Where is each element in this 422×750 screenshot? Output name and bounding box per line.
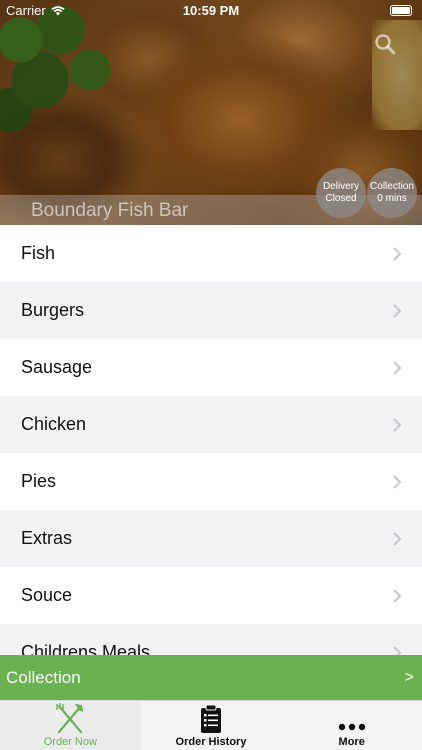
- more-dots-icon: [338, 723, 365, 731]
- chevron-right-icon: [393, 246, 402, 261]
- category-row-extras[interactable]: Extras: [0, 510, 422, 567]
- tab-order-now[interactable]: Order Now: [0, 701, 141, 750]
- battery-icon: [390, 5, 412, 16]
- tab-more[interactable]: More: [281, 701, 422, 750]
- category-label: Childrens Meals: [21, 642, 151, 655]
- chevron-right-icon: [393, 303, 402, 318]
- tab-order-history[interactable]: Order History: [141, 701, 282, 750]
- chevron-right-icon: [393, 588, 402, 603]
- category-label: Pies: [21, 471, 57, 491]
- category-row-souce[interactable]: Souce: [0, 567, 422, 624]
- restaurant-name: Boundary Fish Bar: [31, 200, 189, 221]
- collection-arrow: >: [404, 668, 414, 686]
- tab-label: Order Now: [43, 736, 97, 748]
- category-label: Extras: [21, 528, 73, 548]
- tab-bar: Order Now Order History More: [0, 700, 422, 750]
- category-label: Chicken: [21, 414, 87, 434]
- chevron-right-icon: [393, 645, 402, 655]
- tab-label: Order History: [175, 736, 247, 748]
- status-bar: Carrier 10:59 PM: [0, 0, 422, 22]
- category-label: Sausage: [21, 357, 93, 377]
- chevron-right-icon: [393, 531, 402, 546]
- category-row-chicken[interactable]: Chicken: [0, 396, 422, 453]
- clipboard-icon: [201, 704, 221, 733]
- collection-status-badge: Collection 0 mins: [367, 168, 417, 218]
- fork-knife-icon: [56, 703, 84, 734]
- chevron-right-icon: [393, 474, 402, 489]
- collection-bar[interactable]: Collection >: [0, 655, 422, 700]
- delivery-status-badge: Delivery Closed: [316, 168, 366, 218]
- status-time: 10:59 PM: [182, 3, 240, 18]
- category-label: Fish: [21, 243, 56, 263]
- category-row-pies[interactable]: Pies: [0, 453, 422, 510]
- category-label: Burgers: [21, 300, 85, 320]
- category-list[interactable]: Fish Burgers Sausage Chicken Pies Extras…: [0, 225, 422, 655]
- tab-label: More: [338, 736, 365, 748]
- category-row-burgers[interactable]: Burgers: [0, 282, 422, 339]
- category-label: Souce: [21, 585, 73, 605]
- search-icon[interactable]: [374, 33, 396, 55]
- category-row-childrens-meals[interactable]: Childrens Meals: [0, 624, 422, 655]
- category-row-sausage[interactable]: Sausage: [0, 339, 422, 396]
- collection-label: Collection: [6, 667, 81, 687]
- category-row-fish[interactable]: Fish: [0, 225, 422, 282]
- chevron-right-icon: [393, 417, 402, 432]
- chevron-right-icon: [393, 360, 402, 375]
